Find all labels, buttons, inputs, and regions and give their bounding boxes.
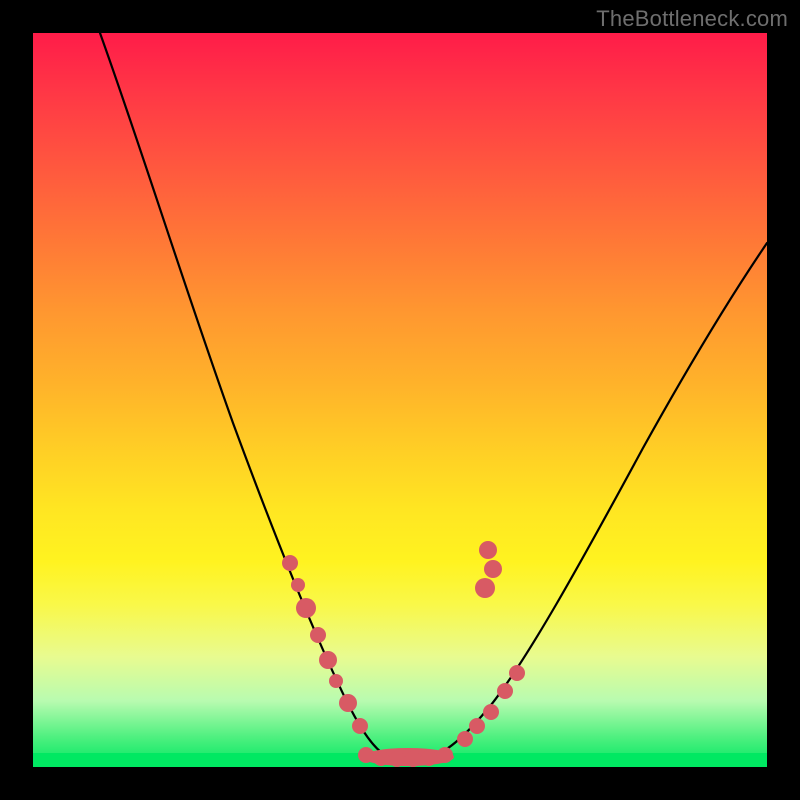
chart-svg (33, 33, 767, 767)
valley-floor-marker-cluster (358, 747, 454, 767)
left-branch-markers (282, 555, 368, 734)
right-branch-lower-markers (457, 665, 525, 747)
chart-frame: TheBottleneck.com (0, 0, 800, 800)
right-branch-upper-markers (475, 541, 502, 598)
bottleneck-curve (100, 33, 767, 757)
plot-area (33, 33, 767, 767)
watermark-text: TheBottleneck.com (596, 6, 788, 32)
